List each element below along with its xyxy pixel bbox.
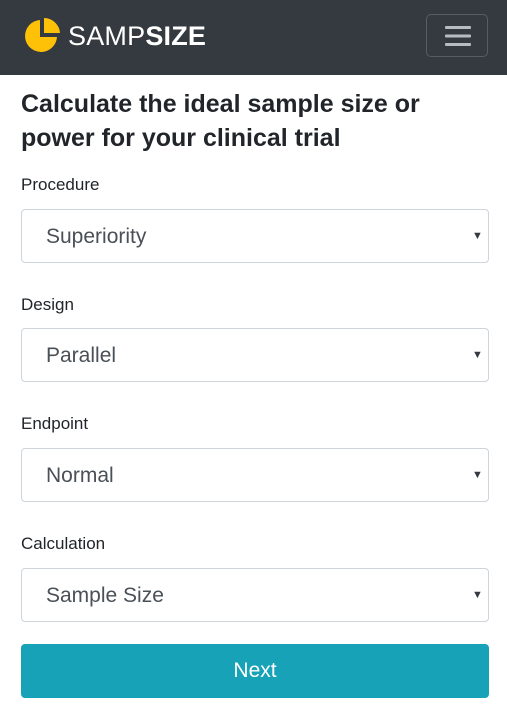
menu-toggle-button[interactable]: [426, 14, 488, 57]
next-button[interactable]: Next: [21, 644, 489, 698]
brand-name-light: SAMP: [68, 20, 146, 51]
caret-down-icon: ▼: [472, 469, 483, 481]
page-title: Calculate the ideal sample size or power…: [21, 90, 420, 152]
endpoint-selected-value: Normal: [46, 464, 114, 487]
pie-chart-icon: [25, 17, 60, 52]
procedure-select[interactable]: Superiority ▼: [21, 209, 489, 263]
design-label: Design: [21, 295, 74, 314]
caret-down-icon: ▼: [472, 349, 483, 361]
calculation-label: Calculation: [21, 534, 106, 553]
procedure-selected-value: Superiority: [46, 225, 147, 248]
calculation-select[interactable]: Sample Size ▼: [21, 568, 489, 622]
design-selected-value: Parallel: [46, 344, 117, 367]
hamburger-icon: [445, 26, 471, 46]
caret-down-icon: ▼: [472, 230, 483, 242]
design-select[interactable]: Parallel ▼: [21, 328, 489, 382]
brand-name: SAMPSIZE: [68, 20, 207, 51]
procedure-label: Procedure: [21, 175, 100, 194]
calculation-selected-value: Sample Size: [46, 584, 164, 607]
caret-down-icon: ▼: [472, 589, 483, 601]
top-navbar: SAMPSIZE: [0, 0, 507, 75]
brand-name-bold: SIZE: [145, 20, 207, 51]
endpoint-select[interactable]: Normal ▼: [21, 448, 489, 502]
brand-link[interactable]: SAMPSIZE: [22, 15, 206, 57]
endpoint-label: Endpoint: [21, 414, 89, 433]
